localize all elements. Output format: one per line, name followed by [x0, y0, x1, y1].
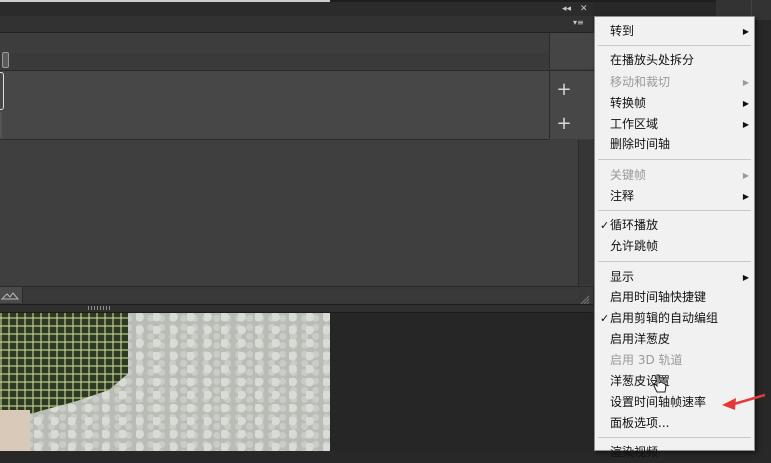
time-ruler[interactable]: [0, 33, 549, 54]
menu-item-label: 设置时间轴帧速率: [610, 395, 707, 409]
menu-item-label: 启用洋葱皮: [610, 332, 671, 346]
menu-item-panel-options[interactable]: 面板选项...: [595, 413, 754, 434]
menu-item-label: 启用时间轴快捷键: [610, 290, 707, 304]
menu-item-label: 删除时间轴: [610, 137, 671, 151]
submenu-arrow-icon: ▶: [742, 120, 749, 129]
checkmark-icon: ✓: [600, 312, 610, 325]
submenu-arrow-icon: ▶: [742, 171, 749, 180]
menu-item-label: 允许跳帧: [610, 239, 659, 253]
zoom-mountain-icon[interactable]: [0, 287, 23, 303]
menu-item-split-at-playhead[interactable]: 在播放头处拆分: [595, 50, 754, 71]
menu-item-loop-playback[interactable]: ✓ 循环播放: [595, 215, 754, 236]
menu-item-auto-group-clips[interactable]: ✓ 启用剪辑的自动编组: [595, 308, 754, 329]
checkmark-icon: ✓: [600, 219, 610, 232]
menu-item-keyframes[interactable]: 关键帧 ▶: [595, 165, 754, 186]
track-2-add-cell: +: [549, 111, 594, 139]
menu-item-move-and-trim[interactable]: 移动和裁切 ▶: [595, 72, 754, 93]
menu-separator: [598, 437, 751, 438]
submenu-arrow-icon: ▶: [742, 99, 749, 108]
timeline-flyout-menu: 转到 ▶ 在播放头处拆分 移动和裁切 ▶ 转换帧 ▶ 工作区域 ▶ 删除时间轴 …: [594, 16, 755, 459]
menu-item-allow-frame-skip[interactable]: 允许跳帧: [595, 236, 754, 257]
close-icon[interactable]: ✕: [580, 3, 588, 15]
menu-item-label: 注释: [610, 189, 635, 203]
menu-item-label: 显示: [610, 270, 635, 284]
menu-separator: [598, 210, 751, 211]
menu-item-label: 转到: [610, 24, 635, 38]
panel-header: ◂◂ ✕: [0, 2, 593, 17]
panel-tab-bar: ▾≡: [0, 16, 593, 33]
submenu-arrow-icon: ▶: [742, 27, 749, 36]
menu-separator: [598, 45, 751, 46]
menu-item-goto[interactable]: 转到 ▶: [595, 21, 754, 42]
hand-cursor-icon: [652, 374, 668, 394]
double-chevron-icon[interactable]: ◂◂: [562, 3, 571, 15]
menu-item-label: 渲染视频: [610, 445, 659, 459]
audio-track[interactable]: [0, 111, 549, 140]
menu-item-onion-skin-settings[interactable]: 洋葱皮设置: [595, 371, 754, 392]
add-media-button[interactable]: +: [551, 81, 577, 99]
annotation-arrow-icon: [720, 392, 766, 414]
horizontal-scrollbar[interactable]: [23, 290, 578, 300]
menu-item-enable-3d-track[interactable]: 启用 3D 轨道: [595, 350, 754, 371]
menu-item-label: 启用 3D 轨道: [610, 353, 683, 367]
resize-grip-icon[interactable]: [580, 290, 590, 305]
track-1-add-cell: +: [549, 70, 594, 111]
vertical-scrollbar[interactable]: [578, 140, 594, 285]
track-clip-edge[interactable]: [0, 72, 4, 110]
menu-item-enable-onion-skins[interactable]: 启用洋葱皮: [595, 329, 754, 350]
menu-item-label: 循环播放: [610, 218, 659, 232]
menu-item-label: 启用剪辑的自动编组: [610, 311, 719, 325]
menu-item-label: 面板选项...: [610, 416, 670, 430]
playhead-track[interactable]: [0, 53, 549, 69]
menu-item-delete-timeline[interactable]: 删除时间轴: [595, 134, 754, 155]
timeline-empty-area: [0, 140, 578, 285]
photo-leg: [0, 410, 30, 451]
menu-separator: [598, 261, 751, 262]
menu-item-work-area[interactable]: 工作区域 ▶: [595, 114, 754, 135]
submenu-arrow-icon: ▶: [742, 192, 749, 201]
menu-item-label: 在播放头处拆分: [610, 53, 695, 67]
ruler-corner: [549, 33, 594, 69]
playhead-handle[interactable]: [2, 52, 9, 68]
menu-item-render-video[interactable]: 渲染视频: [595, 442, 754, 463]
menu-separator: [598, 159, 751, 160]
splitter-grip-icon[interactable]: [88, 306, 110, 310]
menu-item-label: 关键帧: [610, 168, 647, 182]
video-track-1[interactable]: [0, 70, 549, 112]
menu-item-comments[interactable]: 注释 ▶: [595, 186, 754, 207]
track-2-edge: [0, 112, 2, 138]
menu-item-transition-frames[interactable]: 转换帧 ▶: [595, 93, 754, 114]
menu-item-show[interactable]: 显示 ▶: [595, 267, 754, 288]
menu-item-label: 工作区域: [610, 117, 659, 131]
submenu-arrow-icon: ▶: [742, 273, 749, 282]
submenu-arrow-icon: ▶: [742, 78, 749, 87]
menu-item-enable-timeline-shortcuts[interactable]: 启用时间轴快捷键: [595, 287, 754, 308]
menu-item-label: 转换帧: [610, 96, 647, 110]
panel-menu-icon[interactable]: ▾≡: [573, 17, 584, 29]
menu-item-label: 移动和裁切: [610, 75, 671, 89]
add-audio-button[interactable]: +: [551, 115, 577, 133]
